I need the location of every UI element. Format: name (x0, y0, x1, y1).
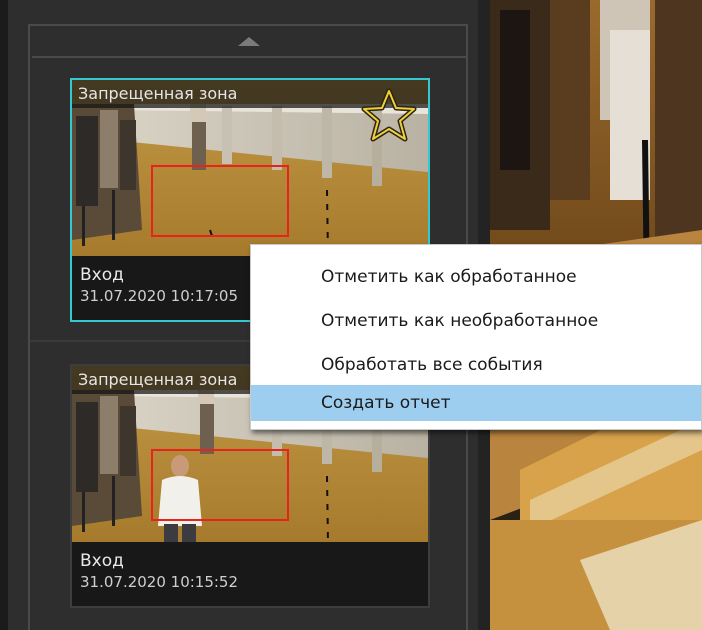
star-icon[interactable] (360, 88, 418, 144)
panel-left-edge (0, 0, 8, 630)
event-info: Вход 31.07.2020 10:15:52 (72, 542, 428, 606)
menu-item-mark-processed[interactable]: Отметить как обработанное (251, 259, 701, 295)
event-thumbnail: Запрещенная зона (72, 80, 428, 258)
scroll-up-button[interactable] (32, 26, 466, 58)
camera-name: Вход (80, 551, 124, 571)
context-menu: Отметить как обработанное Отметить как н… (250, 244, 702, 430)
menu-item-mark-unprocessed[interactable]: Отметить как необработанное (251, 303, 701, 339)
event-timestamp: 31.07.2020 10:15:52 (80, 573, 239, 591)
triangle-up-icon (238, 37, 260, 46)
menu-item-create-report[interactable]: Создать отчет (251, 385, 701, 421)
menu-item-process-all[interactable]: Обработать все события (251, 347, 701, 383)
